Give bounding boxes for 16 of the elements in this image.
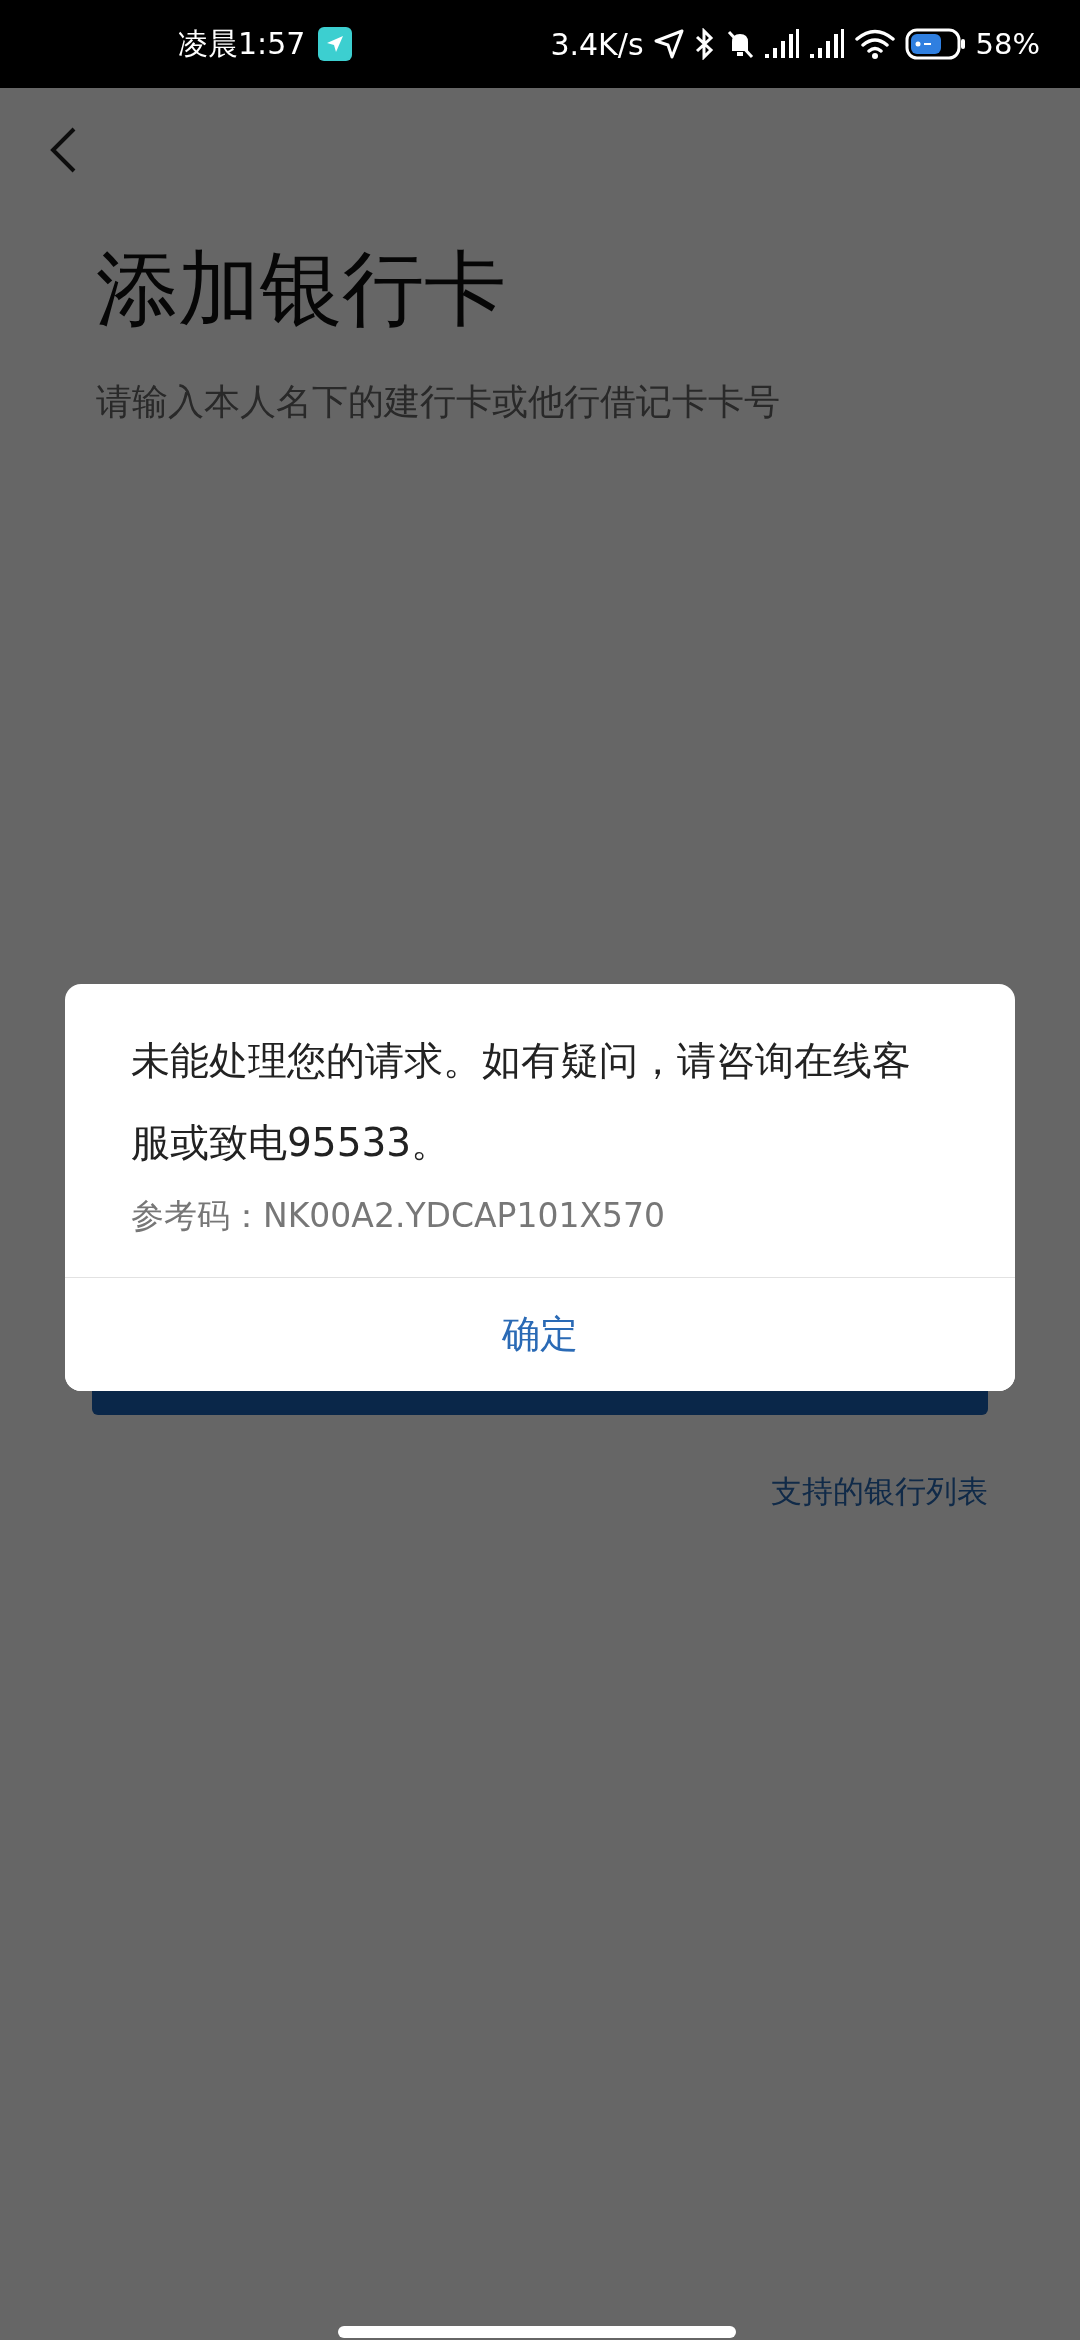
battery-icon: [904, 28, 967, 60]
bluetooth-icon: [693, 28, 716, 60]
dialog-message: 未能处理您的请求。如有疑问，请咨询在线客服或致电95533。: [131, 1037, 912, 1167]
page-subtitle: 请输入本人名下的建行卡或他行借记卡卡号: [96, 380, 781, 425]
battery-percent: 58%: [975, 27, 1040, 61]
send-icon: [318, 27, 353, 61]
status-time: 凌晨1:57: [178, 24, 306, 63]
confirm-button[interactable]: 确定: [65, 1277, 1015, 1391]
wifi-icon: [853, 28, 896, 60]
back-icon[interactable]: [48, 126, 78, 174]
signal-icon: [763, 28, 800, 60]
network-speed: 3.4K/s: [550, 26, 644, 62]
location-arrow-icon: [652, 28, 685, 60]
page-title: 添加银行卡: [96, 240, 507, 338]
signal-icon: [808, 28, 845, 60]
reference-code: 参考码：NK00A2.YDCAP101X570: [131, 1195, 667, 1237]
